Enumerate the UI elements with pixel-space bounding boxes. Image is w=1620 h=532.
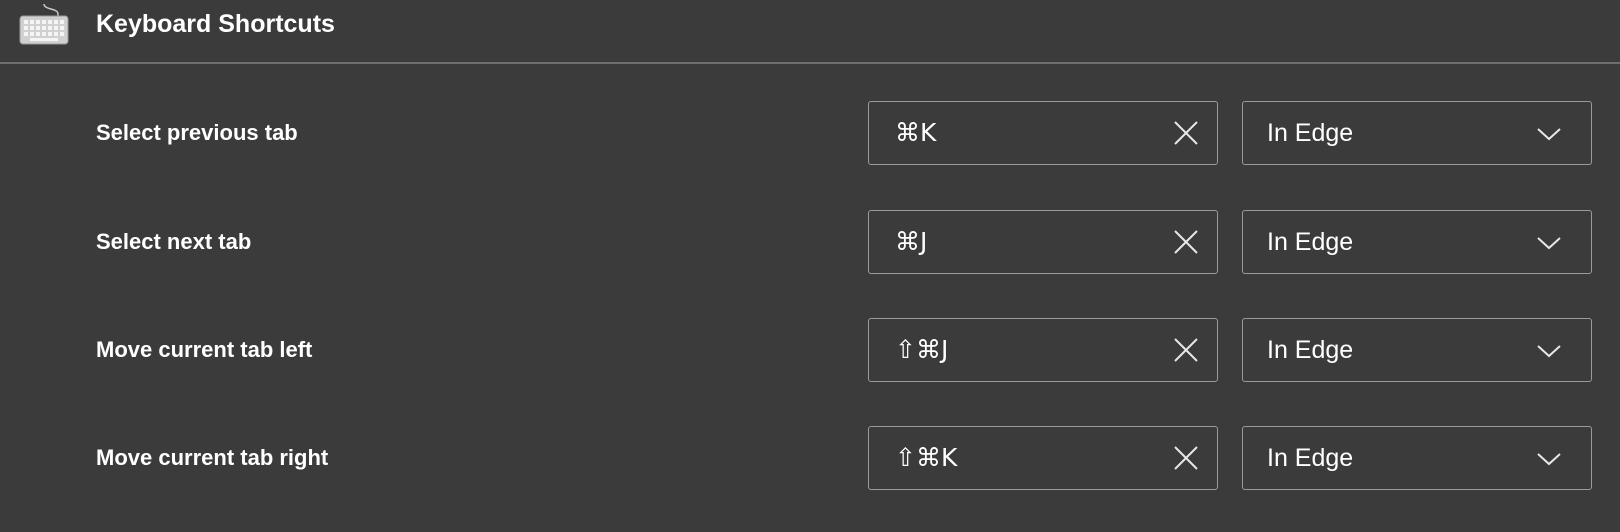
close-icon[interactable] bbox=[1171, 227, 1201, 257]
shortcut-label: Select next tab bbox=[96, 229, 252, 254]
scope-value: In Edge bbox=[1267, 119, 1354, 147]
chevron-down-icon bbox=[1535, 341, 1563, 361]
section-header: Keyboard Shortcuts bbox=[0, 0, 1620, 64]
shortcut-row-move-current-tab-right: Move current tab right ⇧⌘K In Edge bbox=[0, 426, 1620, 490]
shortcut-input[interactable]: ⌘J bbox=[868, 210, 1218, 274]
scope-dropdown[interactable]: In Edge bbox=[1242, 318, 1592, 382]
shortcut-label: Move current tab right bbox=[96, 445, 329, 470]
page-title: Keyboard Shortcuts bbox=[96, 10, 335, 38]
shortcut-keys: ⌘J bbox=[895, 227, 928, 256]
scope-value: In Edge bbox=[1267, 228, 1354, 256]
shortcut-row-select-next-tab: Select next tab ⌘J In Edge bbox=[0, 210, 1620, 274]
shortcut-keys: ⇧⌘J bbox=[895, 335, 949, 364]
scope-dropdown[interactable]: In Edge bbox=[1242, 210, 1592, 274]
shortcut-row-move-current-tab-left: Move current tab left ⇧⌘J In Edge bbox=[0, 318, 1620, 382]
scope-value: In Edge bbox=[1267, 444, 1354, 472]
close-icon[interactable] bbox=[1171, 443, 1201, 473]
shortcut-input[interactable]: ⌘K bbox=[868, 101, 1218, 165]
shortcut-keys: ⌘K bbox=[895, 118, 937, 147]
chevron-down-icon bbox=[1535, 233, 1563, 253]
keyboard-icon bbox=[18, 2, 70, 46]
shortcut-row-select-previous-tab: Select previous tab ⌘K In Edge bbox=[0, 101, 1620, 165]
close-icon[interactable] bbox=[1171, 118, 1201, 148]
close-icon[interactable] bbox=[1171, 335, 1201, 365]
shortcut-input[interactable]: ⇧⌘J bbox=[868, 318, 1218, 382]
chevron-down-icon bbox=[1535, 449, 1563, 469]
shortcut-input[interactable]: ⇧⌘K bbox=[868, 426, 1218, 490]
scope-value: In Edge bbox=[1267, 336, 1354, 364]
shortcut-label: Select previous tab bbox=[96, 120, 298, 145]
shortcut-keys: ⇧⌘K bbox=[895, 443, 958, 472]
chevron-down-icon bbox=[1535, 124, 1563, 144]
scope-dropdown[interactable]: In Edge bbox=[1242, 426, 1592, 490]
keyboard-shortcuts-page: Keyboard Shortcuts Select previous tab ⌘… bbox=[0, 0, 1620, 532]
scope-dropdown[interactable]: In Edge bbox=[1242, 101, 1592, 165]
shortcut-label: Move current tab left bbox=[96, 337, 313, 362]
